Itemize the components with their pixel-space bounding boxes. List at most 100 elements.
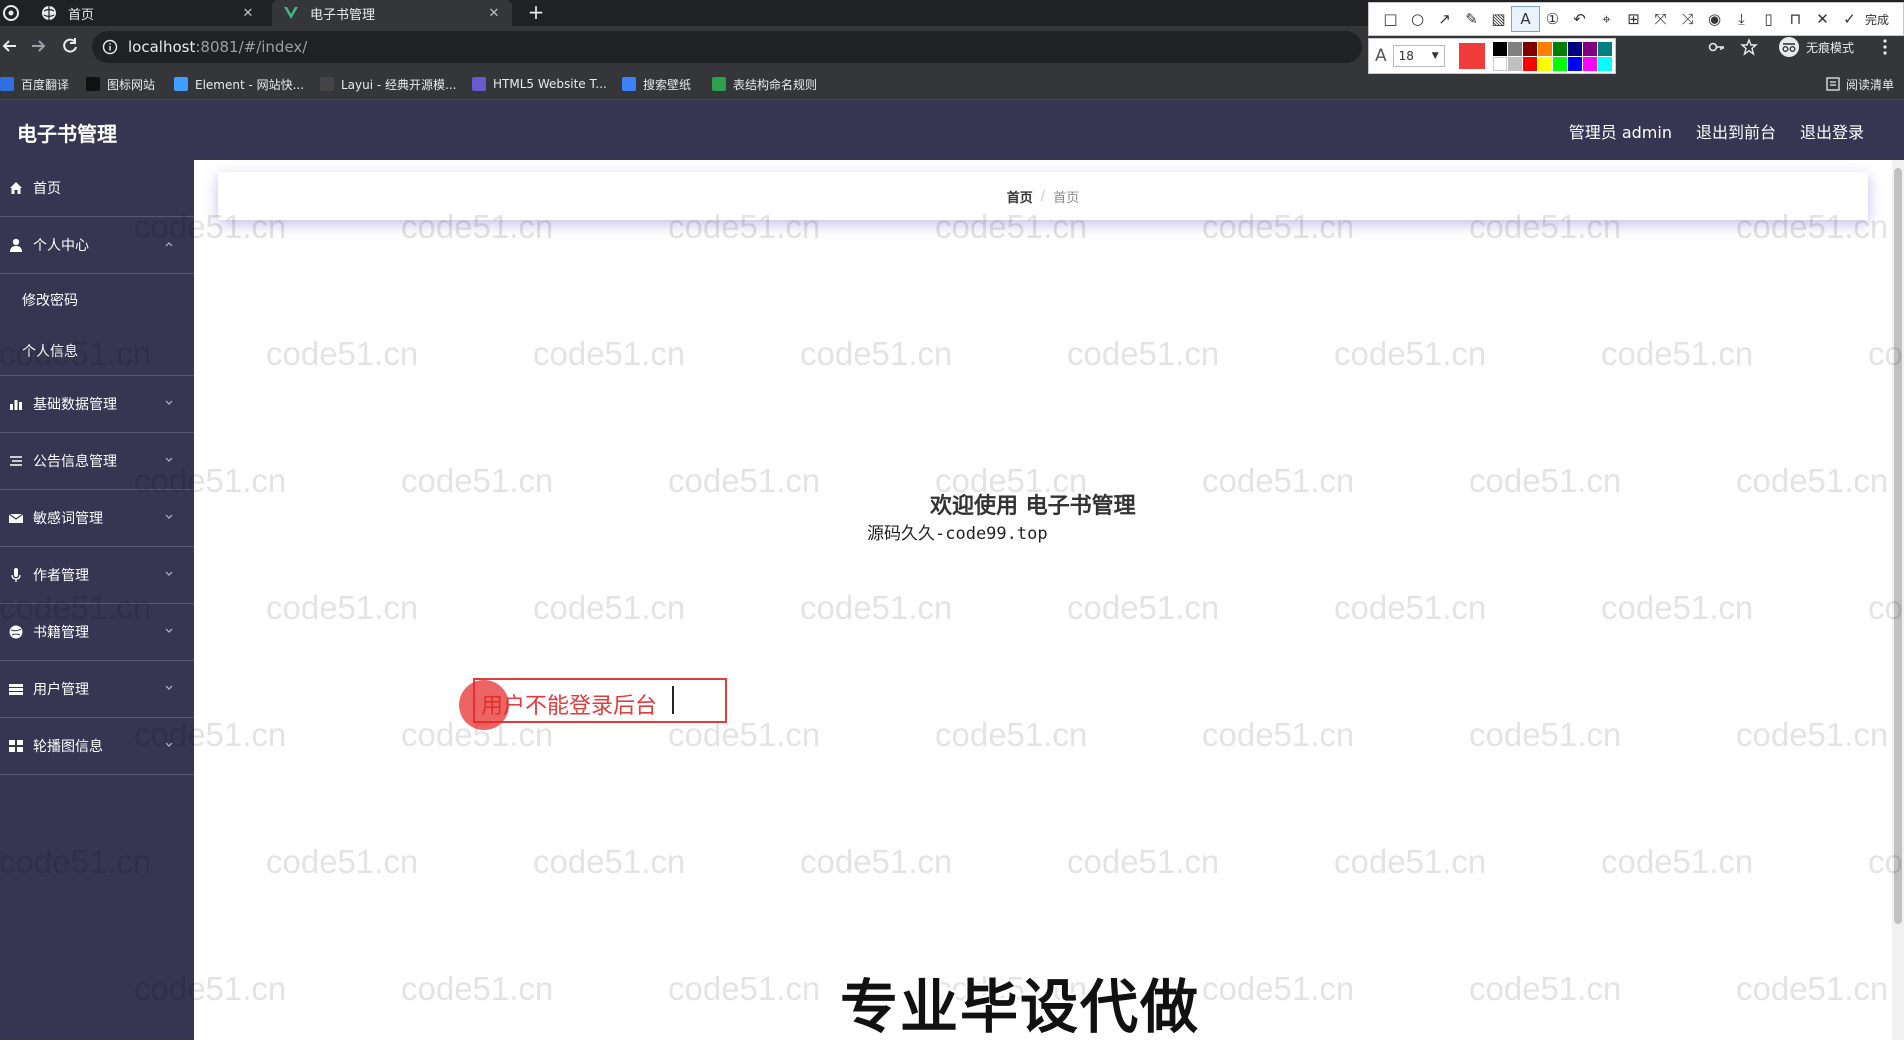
bookmark-layui[interactable]: Layui - 经典开源模... xyxy=(320,74,456,94)
sidebar: 首页 个人中心 修改密码 个人信息 基础数据管理 公告信息管理 敏感词管理 作者… xyxy=(0,160,194,1040)
browser-menu-icon[interactable] xyxy=(2,4,20,22)
sidebar-item-change-password[interactable]: 修改密码 xyxy=(0,274,194,325)
sidebar-item-sensitive-words[interactable]: 敏感词管理 xyxy=(0,490,194,547)
page-scrollbar[interactable] xyxy=(1892,160,1904,1040)
palette-swatch[interactable] xyxy=(1597,56,1612,71)
star-icon[interactable] xyxy=(1740,33,1758,61)
url-text: localhost:8081/#/index/ xyxy=(128,38,307,56)
new-tab-button[interactable]: + xyxy=(524,1,548,25)
tab-home[interactable]: 首页 ✕ xyxy=(30,0,266,26)
check-icon[interactable]: ✓ xyxy=(1836,7,1863,31)
info-icon[interactable] xyxy=(102,39,118,55)
current-color-swatch[interactable] xyxy=(1458,43,1485,69)
palette-swatch[interactable] xyxy=(1582,56,1597,71)
palette-swatch[interactable] xyxy=(1522,41,1537,56)
chevron-up-icon xyxy=(164,239,174,249)
back-to-frontend-link[interactable]: 退出到前台 xyxy=(1696,119,1776,143)
sidebar-item-notice[interactable]: 公告信息管理 xyxy=(0,433,194,490)
reading-list-label: 阅读清单 xyxy=(1845,77,1894,92)
sidebar-item-basic-data[interactable]: 基础数据管理 xyxy=(0,376,194,433)
layui-logo-icon xyxy=(320,77,334,91)
breadcrumb-home-link[interactable]: 首页 xyxy=(1007,187,1033,206)
download-icon[interactable]: ⤓ xyxy=(1728,7,1755,31)
sidebar-item-users[interactable]: 用户管理 xyxy=(0,661,194,718)
more-menu-icon[interactable] xyxy=(1882,33,1888,61)
close-icon[interactable]: ✕ xyxy=(486,6,502,21)
bookmark-element[interactable]: Element - 网站快... xyxy=(174,74,304,94)
font-size-select[interactable]: 18 ▼ xyxy=(1392,45,1445,67)
html5-icon xyxy=(472,77,486,91)
reload-icon[interactable] xyxy=(60,36,82,58)
sidebar-item-personal-center[interactable]: 个人中心 xyxy=(0,217,194,274)
sidebar-item-label: 公告信息管理 xyxy=(33,454,117,470)
palette-swatch[interactable] xyxy=(1537,41,1552,56)
ocr-tool-icon[interactable]: ⊞ xyxy=(1620,7,1647,31)
tab-title: 首页 xyxy=(68,7,95,23)
bookmark-label: 百度翻译 xyxy=(21,77,70,92)
mosaic-tool-icon[interactable]: ▧ xyxy=(1485,7,1512,31)
source-note: 源码久久-code99.top xyxy=(867,524,1048,544)
palette-swatch[interactable] xyxy=(1522,56,1537,71)
bookmark-baidu-translate[interactable]: 百度翻译 xyxy=(0,74,69,94)
wallpaper-icon xyxy=(622,77,636,91)
palette-swatch[interactable] xyxy=(1492,41,1507,56)
phone-icon[interactable]: ▯ xyxy=(1755,7,1782,31)
palette-swatch[interactable] xyxy=(1507,41,1522,56)
list-icon xyxy=(8,453,24,469)
palette-swatch[interactable] xyxy=(1552,41,1567,56)
bookmark-naming-rules[interactable]: 表结构命名规则 xyxy=(712,74,817,94)
arrow-tool-icon[interactable]: ↗ xyxy=(1431,7,1458,31)
palette-swatch[interactable] xyxy=(1537,56,1552,71)
pencil-tool-icon[interactable]: ✎ xyxy=(1458,7,1485,31)
cancel-icon[interactable]: ✕ xyxy=(1809,7,1836,31)
palette-swatch[interactable] xyxy=(1552,56,1567,71)
palette-swatch[interactable] xyxy=(1567,56,1582,71)
palette-swatch[interactable] xyxy=(1582,41,1597,56)
scroll-capture-icon[interactable]: ⤧ xyxy=(1647,7,1674,31)
text-style-panel: A 18 ▼ xyxy=(1368,38,1616,74)
palette-swatch[interactable] xyxy=(1567,41,1582,56)
bookmark-html5[interactable]: HTML5 Website T... xyxy=(472,74,607,94)
number-tool-icon[interactable]: ① xyxy=(1539,7,1566,31)
sidebar-item-books[interactable]: 书籍管理 xyxy=(0,604,194,661)
sidebar-item-personal-info[interactable]: 个人信息 xyxy=(0,325,194,376)
url-field[interactable]: localhost:8081/#/index/ xyxy=(92,31,1362,63)
url-path: :8081/#/index/ xyxy=(195,38,308,56)
bookmark-label: Layui - 经典开源模... xyxy=(341,77,457,92)
sidebar-item-carousel[interactable]: 轮播图信息 xyxy=(0,718,194,775)
bookmark-icon-site[interactable]: 图标网站 xyxy=(86,74,155,94)
sidebar-item-home[interactable]: 首页 xyxy=(0,160,194,217)
record-icon[interactable]: ◉ xyxy=(1701,7,1728,31)
bookmark-wallpaper[interactable]: 搜索壁纸 xyxy=(622,74,691,94)
sidebar-item-label: 轮播图信息 xyxy=(33,739,103,755)
pin-tool-icon[interactable]: ⌖ xyxy=(1593,7,1620,31)
bookmark-label: Element - 网站快... xyxy=(195,77,305,92)
bookmark-icon[interactable]: ⊓ xyxy=(1782,7,1809,31)
key-icon[interactable] xyxy=(1708,33,1726,61)
breadcrumb-current: 首页 xyxy=(1053,190,1080,206)
back-icon[interactable] xyxy=(0,36,22,58)
chevron-down-icon: ▼ xyxy=(1431,51,1439,61)
incognito-indicator[interactable]: 无痕模式 xyxy=(1778,33,1854,61)
forward-icon[interactable] xyxy=(28,36,50,58)
color-palette xyxy=(1492,41,1612,71)
incognito-label: 无痕模式 xyxy=(1806,40,1855,55)
stack-icon xyxy=(8,681,24,697)
rectangle-tool-icon[interactable]: □ xyxy=(1377,7,1404,31)
undo-icon[interactable]: ↶ xyxy=(1566,7,1593,31)
palette-swatch[interactable] xyxy=(1507,56,1522,71)
close-icon[interactable]: ✕ xyxy=(240,6,256,21)
logout-link[interactable]: 退出登录 xyxy=(1800,119,1864,143)
tab-ebook-admin[interactable]: 电子书管理 ✕ xyxy=(272,0,512,26)
reading-list-button[interactable]: 阅读清单 xyxy=(1826,74,1894,94)
header-links: 管理员 admin 退出到前台 退出登录 xyxy=(1569,119,1864,143)
translate-tool-icon[interactable]: ⤨ xyxy=(1674,7,1701,31)
palette-swatch[interactable] xyxy=(1597,41,1612,56)
font-size-value: 18 xyxy=(1398,49,1414,63)
ellipse-tool-icon[interactable]: ○ xyxy=(1404,7,1431,31)
palette-swatch[interactable] xyxy=(1492,56,1507,71)
sidebar-item-authors[interactable]: 作者管理 xyxy=(0,547,194,604)
text-tool-icon[interactable]: A xyxy=(1511,6,1540,32)
scrollbar-thumb[interactable] xyxy=(1894,168,1902,924)
done-button[interactable]: 完成 xyxy=(1865,11,1889,28)
